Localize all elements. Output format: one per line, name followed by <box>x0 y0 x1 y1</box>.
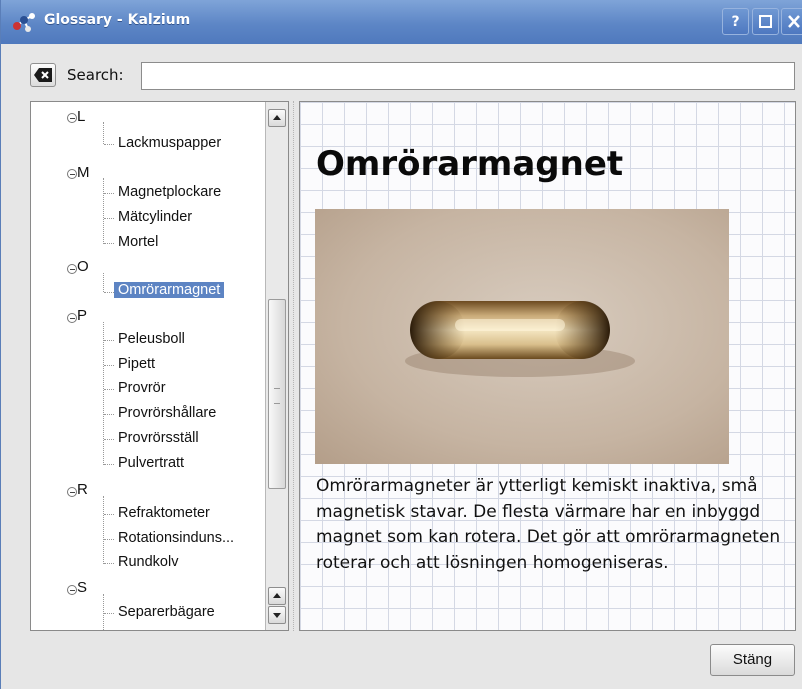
tree-item[interactable]: Provrörshållare <box>118 405 216 421</box>
grip-icon <box>274 388 280 404</box>
window-title: Glossary - Kalzium <box>44 12 191 28</box>
tree-item[interactable]: Pulvertratt <box>118 455 184 471</box>
search-input[interactable] <box>141 62 795 90</box>
tree-item[interactable]: Provrörsställ <box>118 430 199 446</box>
collapse-icon[interactable] <box>67 487 77 497</box>
tree-group-label[interactable]: R <box>77 481 88 498</box>
panel-splitter[interactable] <box>291 101 297 631</box>
scroll-up-button-bottom[interactable] <box>268 587 286 605</box>
entry-description: Omrörarmagneter är ytterligt kemiskt ina… <box>316 476 781 573</box>
arrow-up-icon <box>273 593 281 598</box>
tree-item[interactable]: Refraktometer <box>118 505 210 521</box>
arrow-down-icon <box>273 613 281 618</box>
maximize-button[interactable] <box>752 8 779 35</box>
clear-left-icon <box>34 68 52 82</box>
tree-item[interactable]: Peleusboll <box>118 331 185 347</box>
tree-item[interactable]: Mortel <box>118 234 158 250</box>
tree-item-selected[interactable]: Omrörarmagnet <box>114 282 225 298</box>
stir-bar-image <box>315 209 729 464</box>
collapse-icon[interactable] <box>67 169 77 179</box>
collapse-icon[interactable] <box>67 585 77 595</box>
tree-list: L Lackmuspapper M Magnetplockare Mätcyli… <box>31 102 265 630</box>
tree-group-label[interactable]: O <box>77 258 89 275</box>
close-button[interactable]: Stäng <box>710 644 795 676</box>
maximize-icon <box>759 15 772 28</box>
tree-group-label[interactable]: P <box>77 307 87 324</box>
tree-item[interactable]: Rundkolv <box>118 554 178 570</box>
close-icon <box>788 15 800 28</box>
close-window-button[interactable] <box>781 8 802 35</box>
collapse-icon[interactable] <box>67 313 77 323</box>
glossary-tree[interactable]: L Lackmuspapper M Magnetplockare Mätcyli… <box>30 101 289 631</box>
tree-item[interactable]: Lackmuspapper <box>118 135 221 151</box>
tree-group-label[interactable]: S <box>77 579 87 596</box>
entry-title: Omrörarmagnet <box>316 144 624 184</box>
tree-scrollbar[interactable] <box>265 102 288 630</box>
tree-item[interactable]: Mätcylinder <box>118 209 192 225</box>
tree-item[interactable]: Rotationsinduns... <box>118 530 234 546</box>
search-label: Search: <box>67 66 124 84</box>
glossary-window: Glossary - Kalzium ? Search: L Lackmuspa… <box>0 0 802 689</box>
search-clear-button[interactable] <box>30 63 56 87</box>
help-button[interactable]: ? <box>722 8 749 35</box>
tree-item[interactable]: Pipett <box>118 356 155 372</box>
glossary-content: Omrörarmagnet Omrörarmagneter är ytterli… <box>299 101 796 631</box>
help-button-label: ? <box>731 14 740 30</box>
tree-item[interactable]: Magnetplockare <box>118 184 221 200</box>
collapse-icon[interactable] <box>67 264 77 274</box>
tree-group-label[interactable]: L <box>77 108 85 125</box>
title-bar[interactable]: Glossary - Kalzium ? <box>1 0 802 44</box>
scroll-thumb[interactable] <box>268 299 286 489</box>
scroll-up-button[interactable] <box>268 109 286 127</box>
kalzium-app-icon <box>13 13 35 32</box>
collapse-icon[interactable] <box>67 113 77 123</box>
scroll-down-button[interactable] <box>268 606 286 624</box>
close-button-label: Stäng <box>732 651 773 668</box>
tree-item[interactable]: Separerbägare <box>118 604 215 620</box>
tree-item[interactable]: Provrör <box>118 380 166 396</box>
arrow-up-icon <box>273 115 281 120</box>
tree-group-label[interactable]: M <box>77 164 90 181</box>
